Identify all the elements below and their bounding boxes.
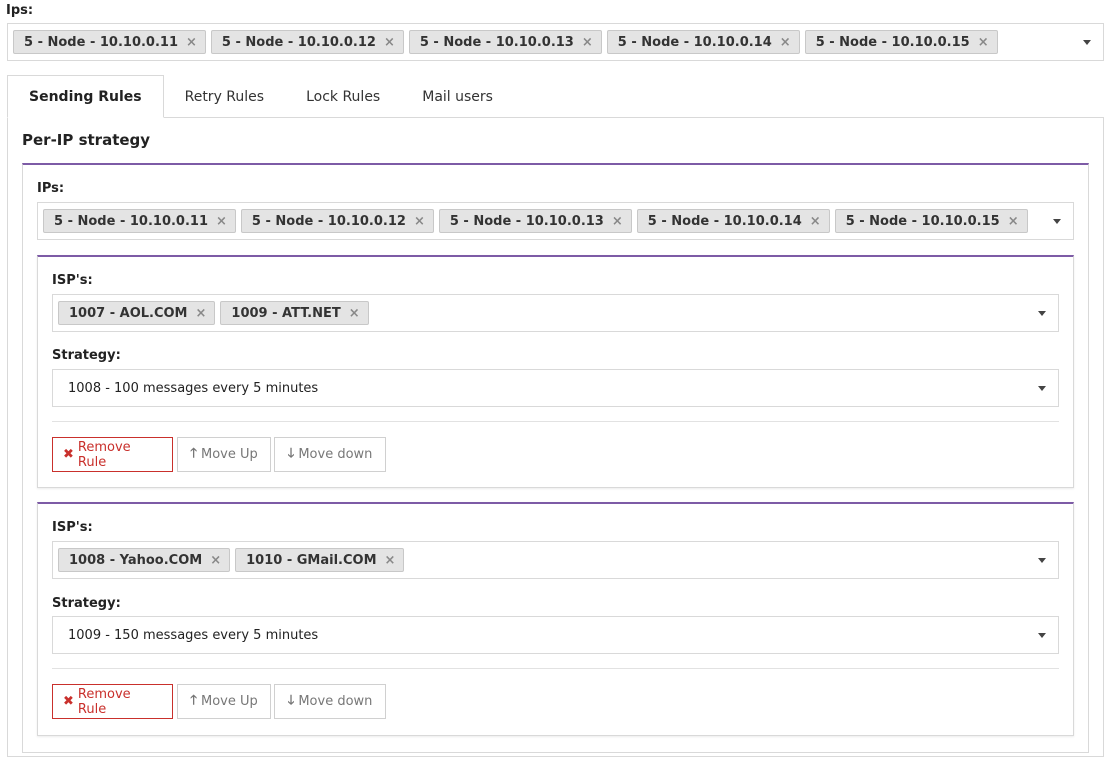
- tab-mail-users[interactable]: Mail users: [401, 75, 514, 118]
- section-title: Per-IP strategy: [22, 131, 151, 149]
- strategy-label: Strategy:: [52, 596, 121, 611]
- arrow-up-icon: 🡑: [190, 445, 197, 461]
- remove-tag-icon[interactable]: ×: [1008, 214, 1019, 229]
- chevron-down-icon[interactable]: [1053, 219, 1061, 224]
- ip-tag: 5 - Node - 10.10.0.14 ×: [636, 209, 830, 233]
- strategy-label: Strategy:: [52, 348, 121, 363]
- ip-panel-select[interactable]: 5 - Node - 10.10.0.11 × 5 - Node - 10.10.…: [37, 202, 1074, 240]
- tab-sending-rules[interactable]: Sending Rules: [7, 75, 164, 118]
- remove-tag-icon[interactable]: ×: [385, 553, 396, 568]
- isp-select[interactable]: 1008 - Yahoo.COM × 1010 - GMail.COM ×: [52, 541, 1059, 579]
- ip-tag: 5 - Node - 10.10.0.12 ×: [210, 30, 404, 54]
- times-icon: ✖: [63, 694, 74, 709]
- strategy-value: 1009 - 150 messages every 5 minutes: [68, 627, 319, 643]
- remove-rule-button[interactable]: ✖ Remove Rule: [52, 684, 173, 719]
- remove-rule-button[interactable]: ✖ Remove Rule: [52, 437, 173, 472]
- ip-tag: 5 - Node - 10.10.0.14 ×: [606, 30, 800, 54]
- arrow-down-icon: 🡓: [287, 445, 295, 461]
- chevron-down-icon[interactable]: [1038, 386, 1046, 391]
- arrow-up-icon: 🡑: [190, 692, 197, 708]
- ip-tag: 5 - Node - 10.10.0.11 ×: [13, 30, 206, 54]
- ip-tag: 5 - Node - 10.10.0.15 ×: [834, 209, 1028, 233]
- ip-tag: 5 - Node - 10.10.0.13 ×: [408, 30, 602, 54]
- ip-tag: 5 - Node - 10.10.0.15 ×: [804, 30, 998, 54]
- remove-tag-icon[interactable]: ×: [978, 35, 989, 50]
- isp-tag: 1007 - AOL.COM ×: [58, 301, 216, 325]
- remove-tag-icon[interactable]: ×: [196, 306, 207, 321]
- chevron-down-icon[interactable]: [1038, 633, 1046, 638]
- strategy-select[interactable]: 1009 - 150 messages every 5 minutes: [52, 616, 1059, 654]
- chevron-down-icon[interactable]: [1083, 40, 1091, 45]
- move-down-button[interactable]: 🡓 Move down: [274, 684, 386, 719]
- divider: [52, 668, 1059, 669]
- remove-tag-icon[interactable]: ×: [780, 35, 791, 50]
- move-down-button[interactable]: 🡓 Move down: [274, 437, 386, 472]
- ip-tag: 5 - Node - 10.10.0.13 ×: [438, 209, 632, 233]
- tab-bar: Sending Rules Retry Rules Lock Rules Mai…: [7, 75, 514, 118]
- remove-tag-icon[interactable]: ×: [349, 306, 360, 321]
- isp-select[interactable]: 1007 - AOL.COM × 1009 - ATT.NET ×: [52, 294, 1059, 332]
- strategy-value: 1008 - 100 messages every 5 minutes: [68, 380, 319, 396]
- remove-tag-icon[interactable]: ×: [612, 214, 623, 229]
- remove-tag-icon[interactable]: ×: [384, 35, 395, 50]
- strategy-select[interactable]: 1008 - 100 messages every 5 minutes: [52, 369, 1059, 407]
- ip-panel-label: IPs:: [37, 181, 65, 196]
- remove-tag-icon[interactable]: ×: [216, 214, 227, 229]
- arrow-down-icon: 🡓: [287, 692, 295, 708]
- times-icon: ✖: [63, 447, 74, 462]
- tab-lock-rules[interactable]: Lock Rules: [285, 75, 401, 118]
- ip-tag: 5 - Node - 10.10.0.12 ×: [240, 209, 434, 233]
- move-up-button[interactable]: 🡑 Move Up: [177, 437, 271, 472]
- remove-tag-icon[interactable]: ×: [414, 214, 425, 229]
- divider: [52, 421, 1059, 422]
- ips-label: Ips:: [6, 3, 34, 18]
- ips-select[interactable]: 5 - Node - 10.10.0.11 × 5 - Node - 10.10.…: [7, 23, 1104, 61]
- isp-tag: 1008 - Yahoo.COM ×: [58, 548, 231, 572]
- isp-label: ISP's:: [52, 273, 93, 288]
- isp-label: ISP's:: [52, 520, 93, 535]
- tab-retry-rules[interactable]: Retry Rules: [164, 75, 285, 118]
- move-up-button[interactable]: 🡑 Move Up: [177, 684, 271, 719]
- remove-tag-icon[interactable]: ×: [186, 35, 197, 50]
- remove-tag-icon[interactable]: ×: [582, 35, 593, 50]
- remove-tag-icon[interactable]: ×: [210, 553, 221, 568]
- isp-tag: 1009 - ATT.NET ×: [220, 301, 369, 325]
- chevron-down-icon[interactable]: [1038, 558, 1046, 563]
- isp-tag: 1010 - GMail.COM ×: [235, 548, 405, 572]
- remove-tag-icon[interactable]: ×: [810, 214, 821, 229]
- ip-tag: 5 - Node - 10.10.0.11 ×: [43, 209, 236, 233]
- chevron-down-icon[interactable]: [1038, 311, 1046, 316]
